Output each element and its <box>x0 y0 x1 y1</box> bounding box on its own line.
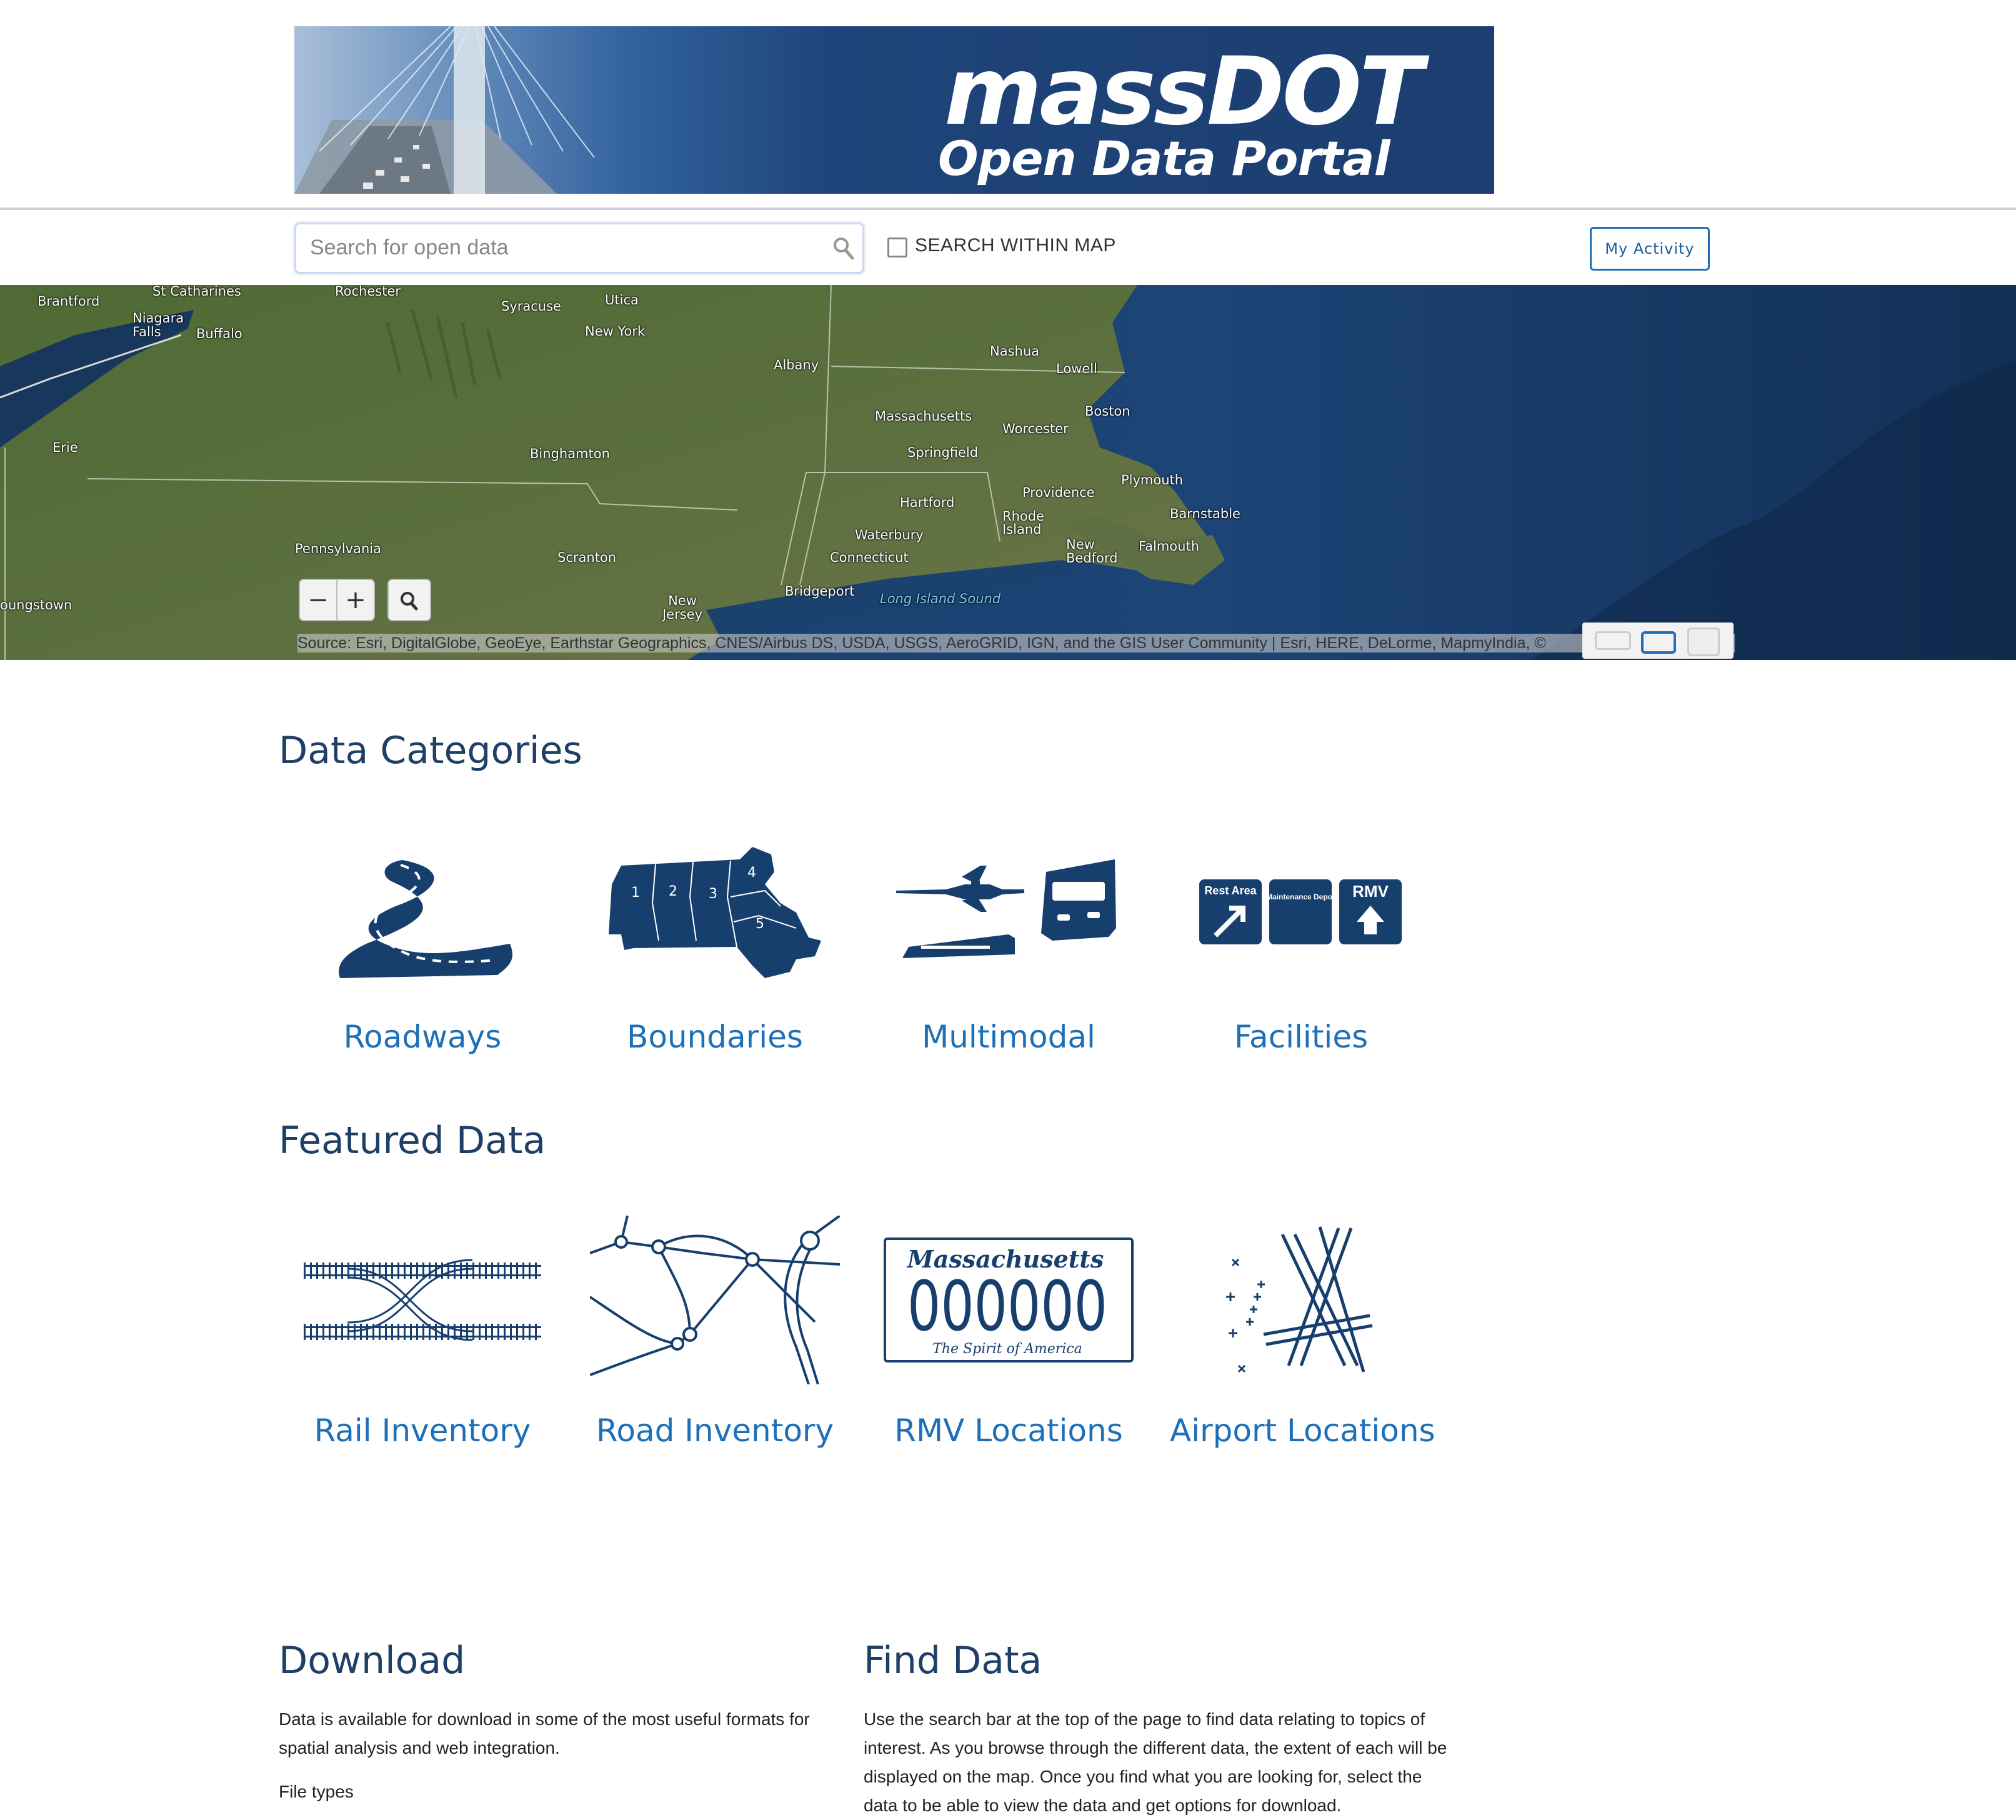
map-label: Massachusetts <box>875 409 972 424</box>
airport-runway-icon <box>1226 1226 1373 1373</box>
map-label: Syracuse <box>501 299 561 314</box>
category-label: Multimodal <box>922 1019 1095 1055</box>
map-label: Brantford <box>37 294 100 309</box>
district-label: 1 <box>631 885 640 901</box>
transport-icon <box>896 859 1116 958</box>
map-label: Albany <box>774 358 819 372</box>
featured-label: Airport Locations <box>1170 1412 1435 1449</box>
brand-name: massDOT <box>944 38 1423 146</box>
district-label: 2 <box>669 884 677 899</box>
map-label: Long Island Sound <box>880 591 1001 606</box>
basemap-switcher <box>1582 622 1734 659</box>
bridge-photo <box>294 26 619 194</box>
featured-label: Rail Inventory <box>314 1412 531 1449</box>
find-data-heading: Find Data <box>864 1639 1042 1682</box>
sign-label: RMV <box>1352 882 1389 901</box>
find-data-description: Use the search bar at the top of the pag… <box>864 1709 1447 1815</box>
massachusetts-map-icon: 1 2 3 4 5 <box>609 847 821 978</box>
category-label: Facilities <box>1234 1019 1369 1055</box>
plate-slogan: The Spirit of America <box>932 1341 1082 1357</box>
district-label: 4 <box>747 865 756 881</box>
sign-label: Maintenance Depot <box>1266 892 1335 901</box>
map-label: Bridgeport <box>785 584 855 599</box>
road-network-icon <box>590 1216 840 1384</box>
road-icon <box>339 860 512 978</box>
basemap-imagery-toggle[interactable] <box>1641 631 1676 654</box>
download-heading: Download <box>279 1639 466 1682</box>
map-label: Plymouth <box>1121 472 1184 488</box>
license-plate-icon: Massachusetts 000000 The Spirit of Ameri… <box>884 1238 1134 1362</box>
plate-number: 000000 <box>907 1266 1107 1346</box>
my-activity-button[interactable]: My Activity <box>1590 227 1710 271</box>
zoom-out-button[interactable]: − <box>300 580 336 620</box>
zoom-controls: − + <box>299 579 375 621</box>
download-description: Data is available for download in some o… <box>279 1709 810 1758</box>
featured-road-inventory[interactable]: Road Inventory <box>584 1212 846 1449</box>
map-label: Connecticut <box>830 550 909 565</box>
map-label: Rochester <box>335 285 401 299</box>
district-label: 5 <box>756 916 764 932</box>
search-icon[interactable] <box>832 236 855 261</box>
featured-rail-inventory[interactable]: Rail Inventory <box>291 1212 554 1449</box>
category-label: Roadways <box>343 1019 502 1055</box>
map-label: Nashua <box>990 344 1040 359</box>
featured-label: RMV Locations <box>894 1412 1123 1449</box>
featured-data-heading: Featured Data <box>279 1119 546 1162</box>
brand-title: massDOT Open Data Portal <box>938 38 1423 182</box>
category-boundaries[interactable]: 1 2 3 4 5 Boundaries <box>584 831 846 1055</box>
map-label: Binghamton <box>530 446 610 461</box>
basemap-light-toggle[interactable] <box>1595 631 1631 650</box>
district-label: 3 <box>709 886 717 902</box>
map-label: oungstown <box>0 598 72 612</box>
featured-label: Road Inventory <box>596 1412 834 1449</box>
featured-rmv-locations[interactable]: Massachusetts 000000 The Spirit of Ameri… <box>877 1212 1140 1449</box>
search-toolbar: SEARCH WITHIN MAP My Activity <box>0 210 2016 286</box>
map-label: Lowell <box>1056 361 1097 376</box>
map-view[interactable]: Brantford St Catharines Niagara Falls Bu… <box>0 285 2016 660</box>
map-search-button[interactable] <box>387 579 431 621</box>
map-attribution: Source: Esri, DigitalGlobe, GeoEye, Eart… <box>297 634 1735 652</box>
map-label: New York <box>585 324 646 339</box>
map-label: Scranton <box>557 550 617 565</box>
search-box <box>294 222 864 274</box>
map-label: Niagara Falls <box>132 311 184 339</box>
map-label: Rhode Island <box>1002 509 1044 537</box>
category-roadways[interactable]: Roadways <box>291 831 554 1055</box>
map-label: Barnstable <box>1170 506 1240 521</box>
map-label: Buffalo <box>196 326 242 341</box>
highway-signs-icon: Rest Area Maintenance Depot RMV <box>1199 879 1402 944</box>
featured-airport-locations[interactable]: Airport Locations <box>1170 1212 1435 1449</box>
search-icon <box>401 592 418 611</box>
map-label: Falmouth <box>1139 539 1200 554</box>
rail-tracks-icon <box>304 1259 541 1341</box>
map-label: Providence <box>1022 485 1095 500</box>
data-categories-heading: Data Categories <box>279 729 582 772</box>
category-facilities[interactable]: Rest Area Maintenance Depot RMV Faciliti… <box>1170 831 1432 1055</box>
file-types-label: File types <box>279 1782 354 1801</box>
header-banner[interactable]: massDOT Open Data Portal <box>294 26 1494 194</box>
map-label: Erie <box>52 440 78 455</box>
category-multimodal[interactable]: Multimodal <box>877 831 1140 1055</box>
map-label: Waterbury <box>855 528 924 542</box>
search-within-map-checkbox[interactable] <box>887 238 907 258</box>
zoom-in-button[interactable]: + <box>336 580 374 620</box>
brand-subtitle: Open Data Portal <box>938 131 1390 186</box>
map-label: Springfield <box>907 445 979 460</box>
map-label: Hartford <box>900 495 955 510</box>
basemap-street-toggle[interactable] <box>1687 628 1720 656</box>
search-within-map-label[interactable]: SEARCH WITHIN MAP <box>915 235 1116 256</box>
map-label: Worcester <box>1002 421 1069 436</box>
sign-label: Rest Area <box>1204 884 1257 897</box>
map-label: St Catharines <box>152 285 241 299</box>
map-label: Utica <box>605 292 639 308</box>
search-input[interactable] <box>309 231 811 264</box>
map-label: New Bedford <box>1066 537 1118 566</box>
map-label: Boston <box>1085 404 1130 419</box>
map-label: Pennsylvania <box>295 541 381 556</box>
category-label: Boundaries <box>627 1019 803 1055</box>
map-label: New Jersey <box>662 593 703 622</box>
